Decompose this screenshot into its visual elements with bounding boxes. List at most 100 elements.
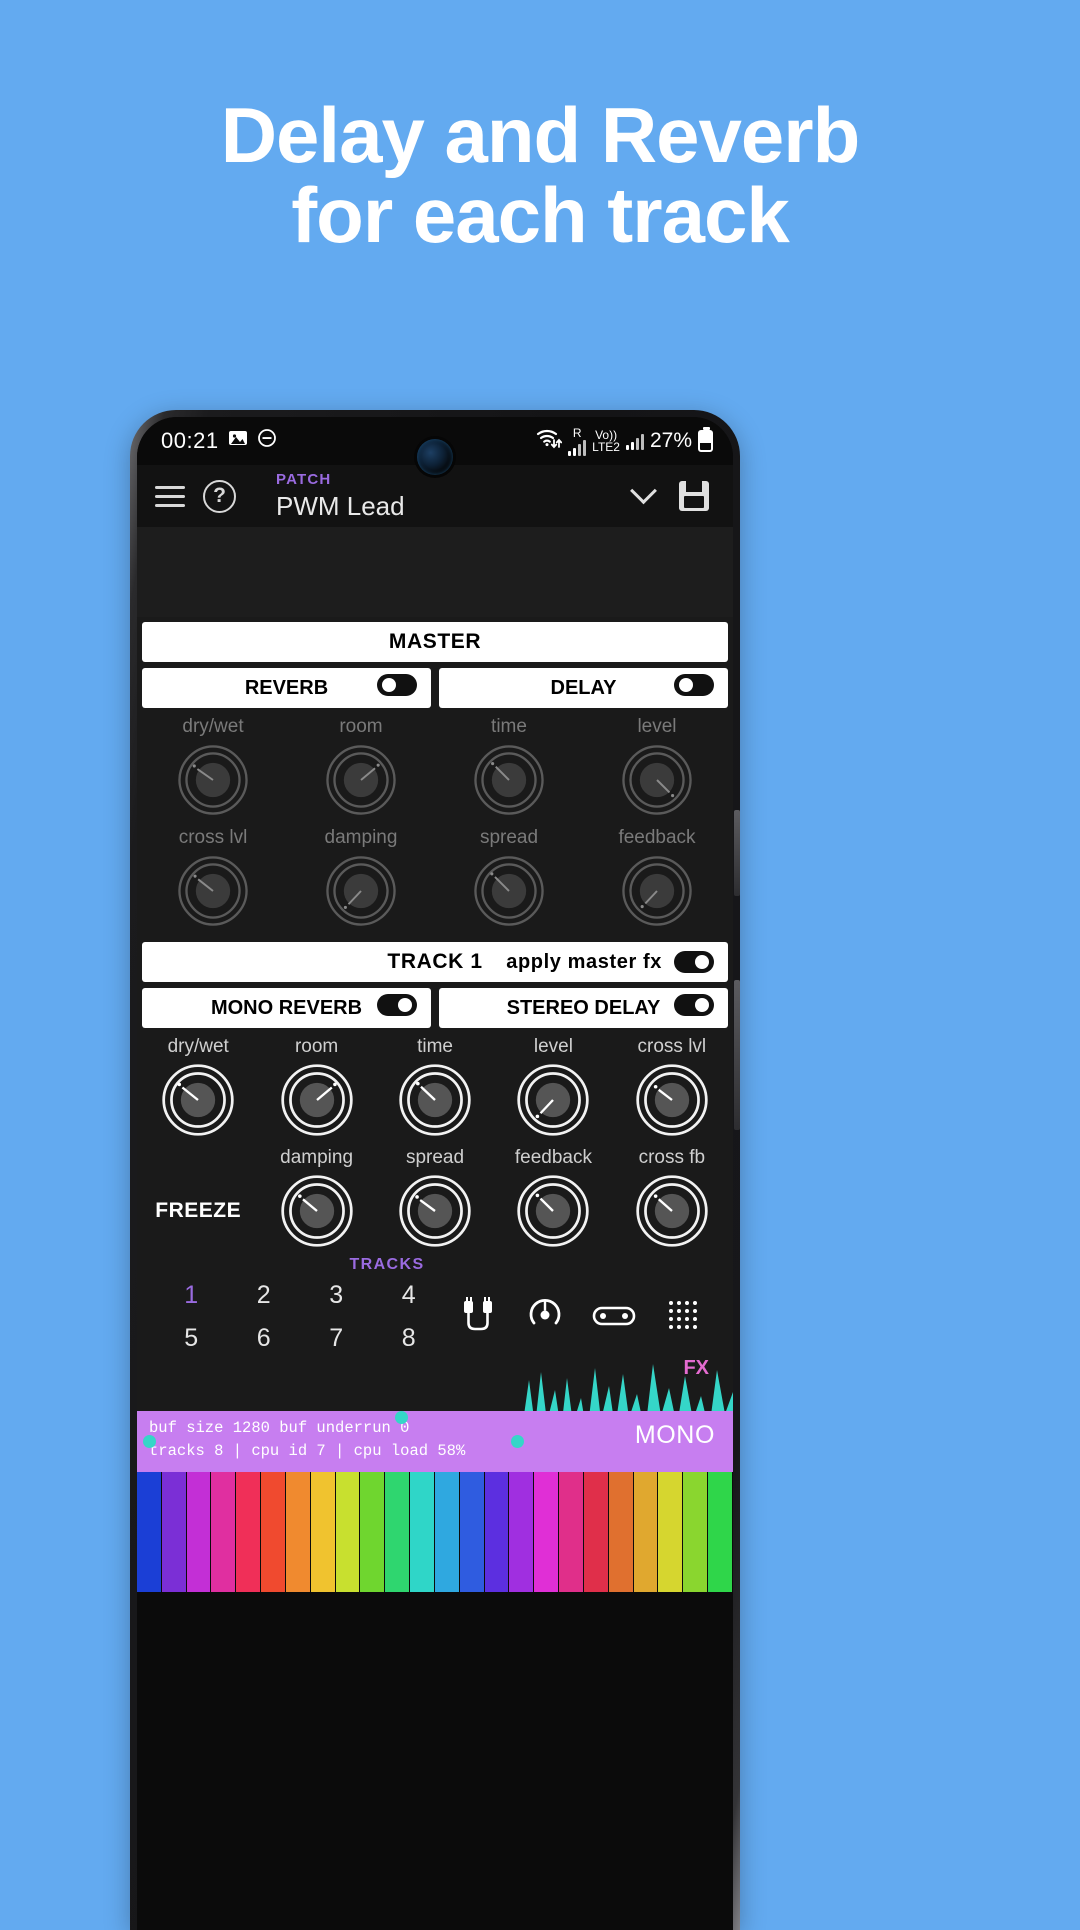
knob-cell[interactable]: feedback xyxy=(583,823,731,930)
piano-key[interactable] xyxy=(559,1472,584,1592)
track-button-1[interactable]: 1 xyxy=(155,1274,228,1317)
piano-key[interactable] xyxy=(211,1472,237,1592)
knob-cell[interactable]: level xyxy=(494,1032,612,1139)
piano-key[interactable] xyxy=(534,1472,560,1592)
knob-dial[interactable] xyxy=(159,1061,237,1139)
knob-dial[interactable] xyxy=(174,852,252,930)
knob-cell[interactable]: damping xyxy=(257,1143,375,1250)
piano-key[interactable] xyxy=(410,1472,435,1592)
hamburger-icon[interactable] xyxy=(155,485,185,507)
knob-cell[interactable]: room xyxy=(287,712,435,819)
knob-cell[interactable]: level xyxy=(583,712,731,819)
battery-icon xyxy=(698,427,713,452)
front-camera-punchhole xyxy=(417,439,453,475)
track-button-6[interactable]: 6 xyxy=(228,1317,301,1360)
master-knob-row-2: cross lvl damping spread feedback xyxy=(137,819,733,930)
knob-cell[interactable]: damping xyxy=(287,823,435,930)
piano-key[interactable] xyxy=(236,1472,262,1592)
knob-dial[interactable] xyxy=(278,1172,356,1250)
apply-master-fx-control[interactable]: apply master fx xyxy=(506,951,714,974)
piano-key[interactable] xyxy=(385,1472,411,1592)
phone-side-button-volume[interactable] xyxy=(734,810,740,896)
track-reverb-toggle[interactable] xyxy=(377,994,417,1022)
wave-handle-mid[interactable] xyxy=(511,1435,524,1448)
knob-cell[interactable]: dry/wet xyxy=(139,712,287,819)
piano-key[interactable] xyxy=(261,1472,286,1592)
knob-dial[interactable] xyxy=(278,1061,356,1139)
piano-key[interactable] xyxy=(708,1472,733,1592)
wave-handle-left[interactable] xyxy=(143,1435,156,1448)
piano-key[interactable] xyxy=(459,1472,485,1592)
piano-key[interactable] xyxy=(633,1472,659,1592)
track-button-8[interactable]: 8 xyxy=(373,1317,446,1360)
piano-key[interactable] xyxy=(360,1472,386,1592)
piano-key[interactable] xyxy=(186,1472,212,1592)
knob-dial[interactable] xyxy=(514,1172,592,1250)
track-knob-row-1: dry/wet room time level cross lvl xyxy=(137,1028,733,1139)
master-delay-toggle[interactable] xyxy=(674,674,714,702)
knob-cell[interactable]: dry/wet xyxy=(139,1032,257,1139)
patch-cable-icon[interactable] xyxy=(458,1295,498,1340)
help-circle-icon[interactable]: ? xyxy=(203,479,236,513)
track-button-2[interactable]: 2 xyxy=(228,1274,301,1317)
piano-key[interactable] xyxy=(434,1472,460,1592)
knob-cell[interactable]: time xyxy=(435,712,583,819)
freeze-cell[interactable]: . FREEZE xyxy=(139,1143,257,1250)
knob-dial[interactable] xyxy=(633,1061,711,1139)
piano-key[interactable] xyxy=(484,1472,510,1592)
knob-label: room xyxy=(294,1036,339,1057)
save-icon[interactable] xyxy=(679,481,709,511)
knob-dial[interactable] xyxy=(618,852,696,930)
phone-side-button-power[interactable] xyxy=(734,980,740,1130)
piano-key[interactable] xyxy=(161,1472,187,1592)
track-button-3[interactable]: 3 xyxy=(300,1274,373,1317)
piano-key[interactable] xyxy=(658,1472,684,1592)
knob-dial[interactable] xyxy=(396,1061,474,1139)
track-section-header[interactable]: TRACK 1 apply master fx xyxy=(142,942,728,982)
knob-dial[interactable] xyxy=(470,852,548,930)
piano-key[interactable] xyxy=(683,1472,709,1592)
knob-dial[interactable] xyxy=(618,741,696,819)
piano-key[interactable] xyxy=(137,1472,162,1592)
tape-reel-icon[interactable] xyxy=(591,1300,637,1335)
piano-key[interactable] xyxy=(335,1472,361,1592)
knob-dial[interactable] xyxy=(396,1172,474,1250)
piano-key[interactable] xyxy=(509,1472,535,1592)
knob-dial[interactable] xyxy=(174,741,252,819)
master-reverb-toggle[interactable] xyxy=(377,674,417,702)
knob-dial[interactable] xyxy=(514,1061,592,1139)
patch-selector[interactable]: PATCH PWM Lead xyxy=(276,472,405,520)
knob-dial[interactable] xyxy=(470,741,548,819)
knob-cell[interactable]: cross lvl xyxy=(139,823,287,930)
master-reverb-header[interactable]: REVERB xyxy=(142,668,431,708)
master-section-header[interactable]: MASTER xyxy=(142,622,728,662)
freeze-button[interactable]: FREEZE xyxy=(155,1172,240,1250)
knob-cell[interactable]: spread xyxy=(376,1143,494,1250)
knob-dial[interactable] xyxy=(322,741,400,819)
apply-master-fx-toggle[interactable] xyxy=(674,951,714,973)
master-delay-header[interactable]: DELAY xyxy=(439,668,728,708)
knob-cell[interactable]: feedback xyxy=(494,1143,612,1250)
piano-key[interactable] xyxy=(583,1472,609,1592)
track-button-7[interactable]: 7 xyxy=(300,1317,373,1360)
knob-cell[interactable]: cross fb xyxy=(613,1143,731,1250)
knob-cell[interactable]: room xyxy=(257,1032,375,1139)
grid-icon[interactable] xyxy=(664,1296,702,1339)
knob-cell[interactable]: time xyxy=(376,1032,494,1139)
track-button-5[interactable]: 5 xyxy=(155,1317,228,1360)
knob-dial[interactable] xyxy=(322,852,400,930)
knob-dial[interactable] xyxy=(633,1172,711,1250)
knob-cell[interactable]: spread xyxy=(435,823,583,930)
piano-key[interactable] xyxy=(608,1472,634,1592)
piano-keyboard[interactable] xyxy=(137,1472,733,1592)
chevron-down-icon[interactable] xyxy=(630,476,657,504)
track-delay-toggle[interactable] xyxy=(674,994,714,1022)
track-reverb-header[interactable]: MONO REVERB xyxy=(142,988,431,1028)
knob-cell[interactable]: cross lvl xyxy=(613,1032,731,1139)
piano-key[interactable] xyxy=(310,1472,336,1592)
piano-key[interactable] xyxy=(285,1472,311,1592)
knob-icon[interactable] xyxy=(525,1295,565,1340)
track-button-4[interactable]: 4 xyxy=(373,1274,446,1317)
track-delay-header[interactable]: STEREO DELAY xyxy=(439,988,728,1028)
wave-handle-top[interactable] xyxy=(395,1411,408,1424)
